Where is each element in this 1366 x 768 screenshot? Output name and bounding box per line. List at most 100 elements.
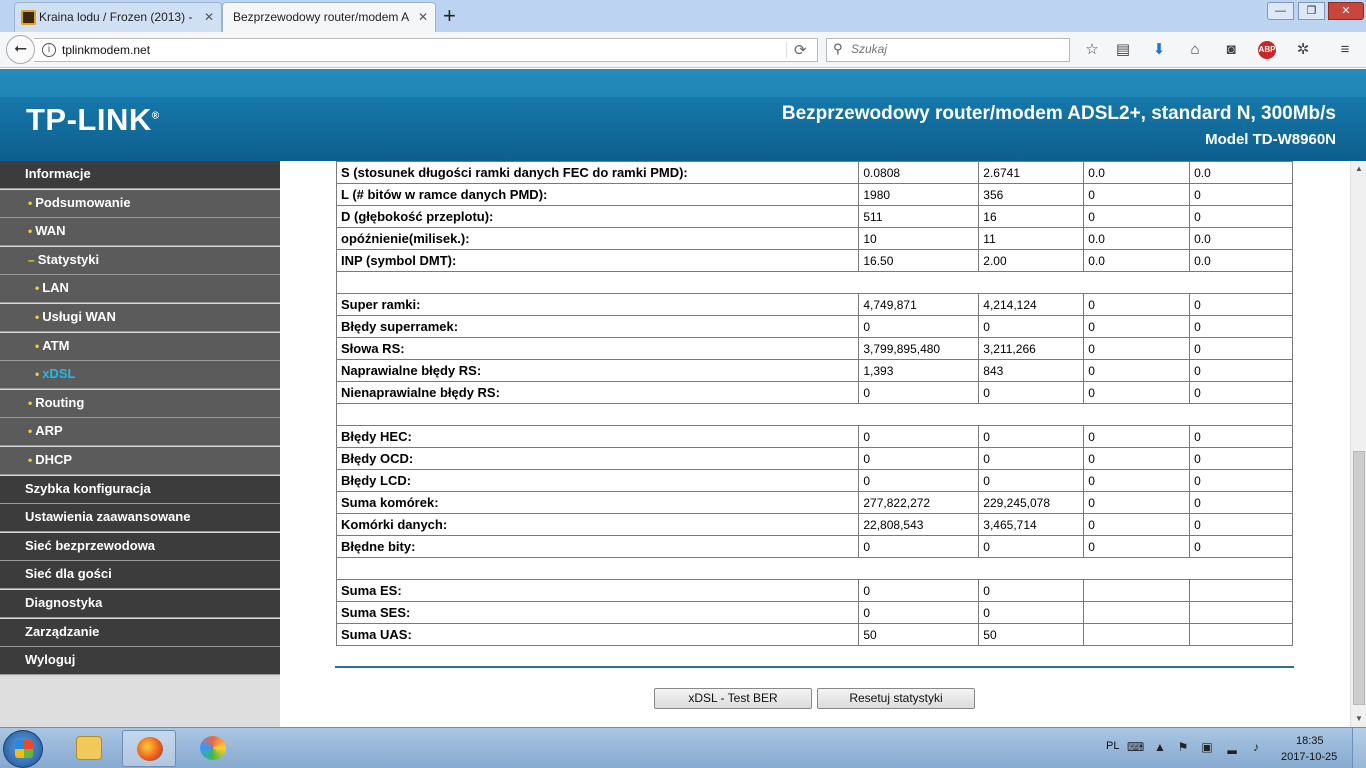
stat-value: 0 [1189, 183, 1293, 206]
sidebar-filler [0, 676, 280, 727]
tab-close-icon[interactable]: ✕ [418, 3, 428, 31]
sidebar-item[interactable]: • Routing [0, 390, 280, 418]
sidebar-item[interactable]: Sieć bezprzewodowa [0, 533, 280, 561]
sidebar-item-label: Zarządzanie [25, 624, 100, 639]
sidebar-item[interactable]: – Statystyki [0, 247, 280, 275]
network-signal-icon[interactable]: ▂ [1224, 740, 1240, 754]
tab-close-icon[interactable]: ✕ [204, 3, 214, 31]
stat-value: 1980 [858, 183, 980, 206]
stat-value: 2.6741 [978, 161, 1085, 184]
bookmark-star-icon[interactable]: ☆ [1081, 39, 1103, 61]
menu-bullet-icon: • [28, 224, 33, 238]
search-bar[interactable]: ⚲ [826, 38, 1070, 62]
close-window-button[interactable]: ✕ [1328, 2, 1364, 20]
menu-bullet-icon: • [28, 396, 33, 410]
stat-value: 0 [1083, 535, 1191, 558]
sidebar-item[interactable]: • Podsumowanie [0, 190, 280, 218]
stat-value [1083, 579, 1191, 602]
menu-bullet-icon: • [28, 424, 33, 438]
browser-tab-bar: Kraina lodu / Frozen (2013) - ✕ Bezprzew… [0, 0, 1366, 33]
adblock-icon[interactable]: ABP [1258, 41, 1276, 59]
stat-label: Błędy HEC: [335, 425, 860, 448]
stat-label: Nienaprawialne błędy RS: [335, 381, 860, 404]
menu-hamburger-icon[interactable]: ≡ [1334, 39, 1356, 61]
keyboard-icon[interactable]: ⌨ [1127, 740, 1144, 754]
scroll-up-icon[interactable]: ▲ [1351, 161, 1366, 177]
maximize-button[interactable]: ❐ [1298, 2, 1325, 20]
table-row: Suma ES: 0 0 [335, 579, 1293, 602]
scroll-down-icon[interactable]: ▼ [1351, 711, 1366, 727]
blank-cell [336, 557, 1293, 580]
stat-value: 0 [1189, 491, 1293, 514]
stat-value: 0 [1083, 337, 1191, 360]
sidebar-menu: Informacje • Podsumowanie • WAN – Statystyki • L… [0, 161, 280, 727]
stat-label: Błędy OCD: [335, 447, 860, 470]
stat-value: 1,393 [858, 359, 980, 382]
sidebar-item[interactable]: • Usługi WAN [0, 304, 280, 332]
vertical-scrollbar[interactable]: ▲ ▼ [1350, 161, 1366, 727]
start-button[interactable] [3, 730, 43, 768]
extension-icon[interactable]: ✲ [1292, 39, 1314, 61]
minimize-button[interactable]: — [1267, 2, 1294, 20]
sidebar-item[interactable]: Szybka konfiguracja [0, 476, 280, 504]
sidebar-item[interactable]: Zarządzanie [0, 619, 280, 647]
url-divider [786, 42, 787, 58]
clock-time[interactable]: 18:35 [1296, 735, 1324, 747]
sidebar-item[interactable]: • DHCP [0, 447, 280, 475]
menu-bullet-icon: • [28, 453, 33, 467]
download-icon[interactable]: ⬇ [1148, 39, 1170, 61]
tab-frozen[interactable]: Kraina lodu / Frozen (2013) - ✕ [14, 2, 222, 32]
stat-value: 0 [978, 425, 1085, 448]
reading-list-icon[interactable]: ▤ [1112, 39, 1134, 61]
sidebar-item[interactable]: • ATM [0, 333, 280, 361]
sidebar-item-label: ARP [35, 423, 63, 438]
sidebar-item[interactable]: • WAN [0, 218, 280, 246]
pocket-icon[interactable]: ◙ [1220, 39, 1242, 61]
stat-value: 2.00 [978, 249, 1085, 272]
table-row: Suma SES: 0 0 [335, 601, 1293, 624]
xdsl-stats-table: S (stosunek długości ramki danych FEC do… [335, 161, 1293, 646]
stat-value: 0 [978, 447, 1085, 470]
volume-icon[interactable]: ♪ [1248, 740, 1264, 754]
blank-row [336, 403, 1293, 426]
taskbar-firefox[interactable] [122, 730, 176, 767]
info-icon[interactable]: i [42, 43, 56, 57]
sidebar-item[interactable]: • LAN [0, 275, 280, 303]
scroll-thumb[interactable] [1353, 451, 1365, 705]
url-bar[interactable]: i tplinkmodem.net ⟳ [34, 38, 818, 62]
url-text[interactable]: tplinkmodem.net [62, 43, 150, 57]
new-tab-button[interactable]: + [443, 3, 456, 29]
tab-router[interactable]: Bezprzewodowy router/modem A ✕ [222, 2, 436, 33]
clock-date[interactable]: 2017-10-25 [1281, 751, 1337, 763]
windows-logo-icon [15, 740, 33, 758]
sidebar-item[interactable]: Ustawienia zaawansowane [0, 504, 280, 532]
reset-stats-button[interactable]: Resetuj statystyki [817, 688, 975, 709]
home-icon[interactable]: ⌂ [1184, 39, 1206, 61]
stat-value: 0 [1083, 513, 1191, 536]
stat-value [1189, 579, 1293, 602]
action-center-flag-icon[interactable]: ⚑ [1175, 740, 1191, 754]
taskbar-paint[interactable] [186, 730, 240, 767]
stat-value: 277,822,272 [858, 491, 980, 514]
sidebar-item[interactable]: Sieć dla gości [0, 561, 280, 589]
device-icon[interactable]: ▣ [1199, 740, 1215, 754]
tray-expand-icon[interactable]: ▲ [1152, 740, 1168, 754]
stat-value: 16.50 [858, 249, 980, 272]
sidebar-item[interactable]: Informacje [0, 161, 280, 189]
sidebar-item[interactable]: Wyloguj [0, 647, 280, 675]
show-desktop-button[interactable] [1352, 728, 1366, 768]
stat-value: 0 [978, 601, 1085, 624]
language-indicator[interactable]: PL [1106, 740, 1119, 752]
sidebar-item-label: xDSL [42, 366, 76, 381]
sidebar-item[interactable]: • xDSL [0, 361, 280, 389]
stat-label: Słowa RS: [335, 337, 860, 360]
reload-icon[interactable]: ⟳ [794, 41, 807, 59]
sidebar-item[interactable]: • ARP [0, 418, 280, 446]
xdsl-ber-test-button[interactable]: xDSL - Test BER [654, 688, 812, 709]
search-input[interactable] [851, 42, 1061, 56]
taskbar-explorer[interactable] [62, 730, 116, 767]
stat-value: 843 [978, 359, 1085, 382]
sidebar-item[interactable]: Diagnostyka [0, 590, 280, 618]
stat-value: 3,799,895,480 [858, 337, 980, 360]
back-button[interactable]: ⭠ [6, 35, 35, 64]
